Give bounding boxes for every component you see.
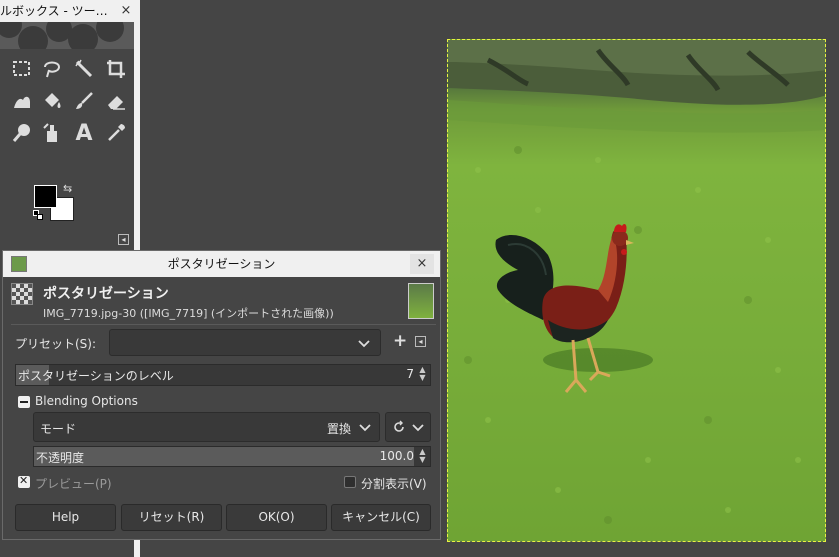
dialog-header-subtitle: IMG_7719.jpg-30 ([IMG_7719] (インポートされた画像)…	[43, 307, 334, 320]
free-select-icon[interactable]	[38, 55, 66, 83]
text-tool-glyph: A	[75, 120, 93, 146]
toolbox-close-button[interactable]: ×	[118, 3, 134, 19]
toolbox-titlebar[interactable]: ルボックス - ツー… ×	[0, 0, 140, 22]
split-view-checkbox[interactable]	[344, 476, 356, 488]
preset-add-icon[interactable]: +	[393, 331, 407, 351]
ok-button[interactable]: OK(O)	[226, 504, 327, 531]
opacity-label: 不透明度	[36, 451, 85, 465]
image-thumbnail	[408, 283, 434, 319]
mode-label: モード	[40, 422, 77, 436]
chevron-down-icon	[358, 337, 370, 349]
color-area[interactable]: ⇆	[31, 182, 77, 224]
preview-label: プレビュー(P)	[35, 477, 112, 491]
canvas-image[interactable]	[447, 39, 826, 542]
text-tool-icon[interactable]: A	[70, 119, 98, 147]
posterize-icon	[11, 283, 33, 305]
help-button[interactable]: Help	[15, 504, 116, 531]
eraser-icon[interactable]	[102, 87, 130, 115]
posterize-levels-spinner[interactable]: ポスタリゼーションのレベル 7 ▲ ▼	[15, 364, 431, 386]
mode-combo[interactable]: モード 置換	[33, 412, 380, 442]
mode-value: 置換	[326, 422, 351, 436]
smudge-icon[interactable]	[8, 119, 36, 147]
levels-stepper-icon[interactable]: ▲ ▼	[417, 366, 428, 384]
opacity-stepper-icon[interactable]: ▲ ▼	[417, 448, 428, 466]
levels-label: ポスタリゼーションのレベル	[18, 369, 174, 383]
dialog-titlebar[interactable]: ポスタリゼーション ×	[3, 251, 440, 277]
chevron-down-icon	[359, 421, 371, 433]
reset-button[interactable]: リセット(R)	[121, 504, 222, 531]
bucket-fill-icon[interactable]	[38, 87, 66, 115]
preset-menu-icon[interactable]: ◂	[415, 336, 426, 347]
wilber-logo-strip	[0, 22, 134, 49]
header-separator	[11, 324, 436, 325]
composite-mode-combo[interactable]	[385, 412, 431, 442]
blending-options-label: Blending Options	[35, 394, 138, 408]
chevron-down-icon	[412, 421, 424, 433]
toolbox-dock-toggle-icon[interactable]: ◂	[118, 234, 129, 245]
cancel-button[interactable]: キャンセル(C)	[331, 504, 431, 531]
posterize-dialog: ポスタリゼーション × ポスタリゼーション IMG_7719.jpg-30 ([…	[2, 250, 441, 540]
opacity-fill	[34, 447, 415, 466]
opacity-value: 100.0	[379, 449, 414, 463]
dialog-app-icon	[11, 256, 27, 272]
blending-collapse-icon[interactable]	[18, 396, 30, 408]
dialog-window-title: ポスタリゼーション	[167, 257, 276, 271]
dialog-header: ポスタリゼーション IMG_7719.jpg-30 ([IMG_7719] (イ…	[11, 281, 436, 321]
default-colors-icon[interactable]	[33, 210, 43, 220]
dialog-header-title: ポスタリゼーション	[43, 286, 169, 302]
warp-icon[interactable]	[8, 87, 36, 115]
opacity-spinner[interactable]: 不透明度 100.0 ▲ ▼	[33, 446, 431, 467]
fuzzy-select-icon[interactable]	[70, 55, 98, 83]
foreground-color-swatch[interactable]	[34, 185, 57, 208]
dialog-close-button[interactable]: ×	[410, 254, 434, 274]
preset-label: プリセット(S):	[15, 337, 97, 351]
rooster-photo	[448, 40, 825, 524]
rect-select-icon[interactable]	[8, 55, 36, 83]
color-picker-icon[interactable]	[102, 119, 130, 147]
toolbox-title: ルボックス - ツー…	[0, 4, 108, 18]
preset-combo[interactable]	[109, 329, 381, 356]
composite-mode-icon	[392, 420, 406, 437]
swap-colors-icon[interactable]: ⇆	[63, 182, 72, 195]
preview-checkbox[interactable]: ✕	[18, 474, 30, 488]
crop-icon[interactable]	[102, 55, 130, 83]
split-view-label: 分割表示(V)	[361, 477, 427, 491]
levels-value: 7	[406, 367, 414, 381]
paintbrush-icon[interactable]	[70, 87, 98, 115]
clone-icon[interactable]	[38, 119, 66, 147]
